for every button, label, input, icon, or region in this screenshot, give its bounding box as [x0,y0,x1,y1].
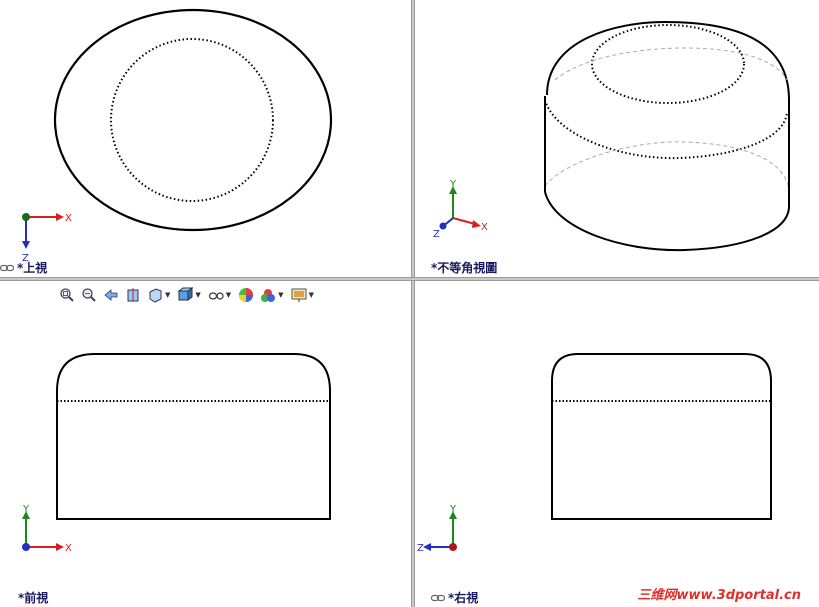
viewport-front[interactable]: ▼ ▼ ▼ ▼ ▼ Y X *前視 [0,281,411,607]
front-profile-edge [56,353,331,520]
z-axis-label: Z [433,229,440,240]
triad-right: Y Z [417,504,457,554]
viewport-title: *右視 [448,591,479,605]
x-axis-label: X [481,222,488,233]
y-axis-label: Y [22,504,30,515]
hidden-bottom-back [544,141,790,191]
vertical-splitter[interactable] [411,0,415,607]
viewport-label-isometric: *不等角視圖 [431,259,497,276]
fillet-tangent-edge [544,99,788,160]
hidden-top-back [554,47,788,81]
viewport-label-front: *前視 [18,589,48,606]
viewport-right[interactable]: Y Z *右視 三维网www.3dportal.cn [415,281,819,607]
x-axis-label: X [65,213,72,224]
triad-isometric: Y X Z [433,179,488,240]
watermark: 三维网www.3dportal.cn [637,588,801,603]
viewport-title: *上視 [17,261,48,275]
top-rim-edge [546,20,790,101]
viewport-label-right: *右視 [431,589,478,606]
viewport-top[interactable]: X Z *上視 [0,0,411,277]
viewport-isometric[interactable]: Y X Z *不等角視圖 [415,0,819,277]
viewport-title: *不等角視圖 [431,261,498,275]
triad-top: X Z [22,213,72,264]
z-axis-label: Z [417,543,424,554]
viewport-title: *前視 [18,591,49,605]
triad-front: Y X [22,504,72,554]
link-icon [431,594,445,601]
link-icon [0,264,14,271]
x-axis-label: X [65,543,72,554]
horizontal-splitter[interactable] [0,277,819,281]
bottom-edge [544,191,790,252]
inner-hidden-edge [110,38,274,202]
y-axis-label: Y [449,504,457,515]
inner-top-edge [591,24,745,104]
outer-edge [53,8,333,232]
y-axis-label: Y [449,179,457,190]
right-profile-edge [551,353,772,520]
viewport-label-top: *上視 [0,259,47,276]
